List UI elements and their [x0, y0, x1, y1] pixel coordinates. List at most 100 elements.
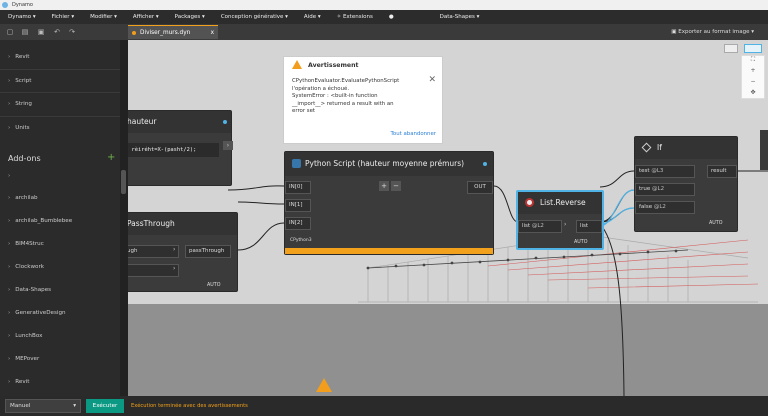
output-port-result[interactable]: result [707, 165, 737, 178]
chevron-right-icon: › [8, 101, 11, 107]
input-port[interactable]: ugh [128, 245, 179, 258]
save-icon[interactable]: ▣ [37, 28, 45, 36]
graph-view-icon[interactable] [724, 44, 738, 53]
undo-icon[interactable]: ↶ [53, 28, 61, 36]
lacing-auto[interactable]: AUTO [207, 283, 221, 288]
menu-file[interactable]: Fichier ▾ [44, 14, 83, 20]
dynamo-logo-icon [2, 2, 8, 8]
menu-info-icon[interactable]: ● [381, 14, 402, 20]
menu-packages[interactable]: Packages ▾ [167, 14, 213, 20]
view-toggle[interactable] [720, 44, 768, 54]
menu-generative-design[interactable]: Conception générative ▾ [213, 14, 296, 20]
menu-bar: Dynamo ▾ Fichier ▾ Modifier ▾ Afficher ▾… [0, 10, 768, 24]
graph-canvas[interactable]: ⛶ + − ✥ hauteur = rèiréht=X-(pasht/2); ›… [128, 40, 768, 396]
library-sidebar: › Revit › Script › String › Units Add-ons + … [0, 40, 122, 396]
close-icon[interactable]: ✕ [428, 75, 436, 85]
tab-label: Diviser_murs.dyn [140, 30, 191, 36]
geometry-view-icon[interactable] [744, 44, 762, 53]
sidebar-scrollbar[interactable] [120, 40, 128, 396]
chevron-right-icon: › [8, 264, 11, 270]
port-arrow-icon: › [173, 265, 176, 272]
output-port[interactable]: passThrough [185, 245, 231, 258]
sidebar-scroll-thumb[interactable] [121, 170, 126, 194]
input-port-false[interactable]: false @L2 [635, 201, 695, 214]
node-status-dot [223, 120, 227, 124]
run-mode-select[interactable]: Manuel ▾ [5, 399, 81, 413]
node-passthrough[interactable]: PassThrough ugh › › passThrough AUTO [128, 212, 238, 292]
library-item-string[interactable]: › String [8, 101, 32, 107]
input-port[interactable] [128, 264, 179, 277]
menu-dynamo[interactable]: Dynamo ▾ [0, 14, 44, 20]
addon-item-data-shapes[interactable]: › Data-Shapes [8, 287, 51, 293]
warning-title: Avertissement [308, 62, 359, 69]
add-input-button[interactable]: + [379, 181, 389, 191]
chevron-right-icon: › [8, 241, 11, 247]
node-title: hauteur [128, 111, 231, 133]
menu-help[interactable]: Aide ▾ [296, 14, 329, 20]
lacing-auto[interactable]: AUTO [709, 221, 723, 226]
python-icon [292, 159, 301, 168]
input-port-list[interactable]: list @L2 [518, 220, 562, 233]
node-python-script[interactable]: Python Script (hauteur moyenne prémurs) … [284, 151, 494, 255]
open-file-icon[interactable]: ▤ [21, 28, 29, 36]
input-port-in1[interactable]: IN[1] [285, 199, 311, 212]
menu-data-shapes[interactable]: Data-Shapes ▾ [432, 14, 488, 20]
addon-item-revit[interactable]: › Revit [8, 379, 29, 385]
addon-item-bim4struc[interactable]: › BIM4Struc [8, 241, 44, 247]
input-port-true[interactable]: true @L2 [635, 183, 695, 196]
pan-icon[interactable]: ✥ [742, 89, 764, 100]
side-panel-handle[interactable] [760, 130, 768, 170]
remove-input-button[interactable]: − [391, 181, 401, 191]
window-title-bar: Dynamo [0, 0, 768, 10]
new-file-icon[interactable]: ▢ [6, 28, 14, 36]
menu-view[interactable]: Afficher ▾ [125, 14, 167, 20]
input-port-test[interactable]: test @L3 [635, 165, 695, 178]
zoom-out-button[interactable]: − [742, 78, 764, 89]
chevron-right-icon: › [8, 78, 11, 84]
warning-message: CPythonEvaluator.EvaluatePythonScript l'… [292, 78, 400, 115]
redo-icon[interactable]: ↷ [68, 28, 76, 36]
node-status-dot [483, 162, 487, 166]
tab-close-icon[interactable]: x [211, 26, 214, 40]
chevron-right-icon: › [8, 379, 11, 385]
node-title: Python Script (hauteur moyenne prémurs) [285, 152, 493, 176]
library-item-units[interactable]: › Units [8, 125, 30, 131]
chevron-right-icon: › [8, 173, 11, 179]
export-image-button[interactable]: ▣ Exporter au format image ▾ [671, 25, 754, 39]
warning-popup: Avertissement ✕ CPythonEvaluator.Evaluat… [283, 56, 443, 144]
zoom-in-button[interactable]: + [742, 67, 764, 78]
menu-edit[interactable]: Modifier ▾ [82, 14, 125, 20]
warning-triangle-icon [316, 378, 332, 392]
input-port-in2[interactable]: IN[2] [285, 217, 311, 230]
addon-item-lunchbox[interactable]: › LunchBox [8, 333, 42, 339]
tab-diviser-murs[interactable]: Diviser_murs.dyn x [128, 25, 218, 39]
chevron-right-icon: › [8, 287, 11, 293]
library-item-script[interactable]: › Script [8, 78, 31, 84]
chevron-right-icon: › [8, 333, 11, 339]
menu-extensions[interactable]: ✧ Extensions [329, 14, 381, 20]
addons-heading: Add-ons [8, 154, 41, 163]
dismiss-all-link[interactable]: Tout abandonner [391, 131, 436, 137]
run-button[interactable]: Exécuter [86, 399, 124, 413]
addon-item-archilab-bumblebee[interactable]: › archilab_Bumblebee [8, 218, 72, 224]
lacing-auto[interactable]: AUTO [574, 240, 588, 245]
node-list-reverse[interactable]: List.Reverse list @L2 › list AUTO [516, 190, 604, 250]
addon-item-clockwork[interactable]: › Clockwork [8, 264, 44, 270]
code-block[interactable]: = rèiréht=X-(pasht/2); [128, 143, 219, 157]
add-package-icon[interactable]: + [107, 152, 115, 163]
output-port-arrow[interactable]: › [223, 141, 233, 150]
output-port-out[interactable]: OUT [467, 181, 493, 194]
input-port-in0[interactable]: IN[0] [285, 181, 311, 194]
addon-item-mepover[interactable]: › MEPover [8, 356, 39, 362]
node-if[interactable]: If test @L3 true @L2 false @L2 result AU… [634, 136, 738, 232]
addon-item-generativedesign[interactable]: › GenerativeDesign [8, 310, 66, 316]
addon-item-archilab[interactable]: › archilab [8, 195, 38, 201]
chevron-right-icon: › [8, 356, 11, 362]
node-hauteur[interactable]: hauteur = rèiréht=X-(pasht/2); › [128, 110, 233, 186]
engine-label: CPython3 [290, 238, 312, 243]
toolbar: ▢ ▤ ▣ ↶ ↷ [0, 24, 768, 40]
addon-item[interactable]: › [8, 173, 15, 179]
output-port-list[interactable]: list [576, 220, 602, 233]
library-item-revit[interactable]: › Revit [8, 54, 29, 60]
fit-view-icon[interactable]: ⛶ [742, 56, 764, 67]
